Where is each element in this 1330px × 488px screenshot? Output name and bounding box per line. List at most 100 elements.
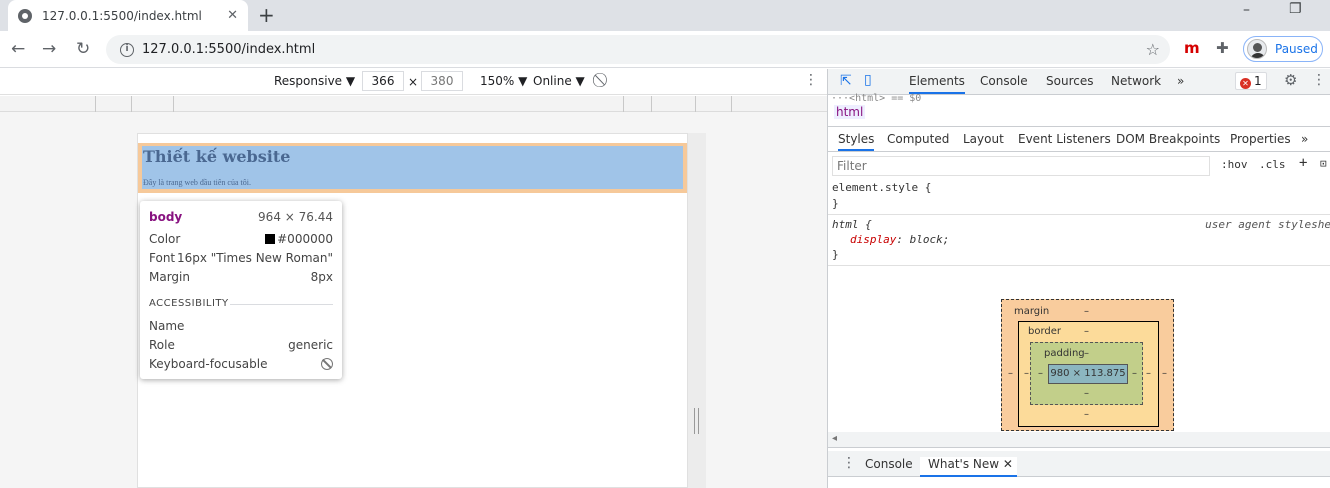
close-drawer-tab-icon[interactable]: ✕ (1003, 457, 1013, 471)
styles-filter-input[interactable]: Filter (832, 156, 1210, 176)
whats-new-label: What's New (928, 457, 1000, 471)
not-focusable-icon (321, 358, 333, 370)
focusable-label: Keyboard-focusable (149, 357, 268, 371)
drawer-menu-icon[interactable]: ⋮ (842, 455, 856, 471)
address-bar[interactable]: i 127.0.0.1:5500/index.html ☆ (106, 35, 1170, 64)
scroll-left-icon[interactable]: ◂ (832, 433, 837, 444)
extension-m-icon[interactable]: m (1184, 39, 1200, 57)
padding-bottom-value: – (1084, 388, 1089, 399)
color-swatch (265, 234, 276, 244)
tab-strip: 127.0.0.1:5500/index.html ✕ + – ❐ (0, 0, 1330, 31)
zoom-dropdown[interactable]: 150% ▼ (480, 74, 527, 88)
devtools-menu-icon[interactable]: ⋮ (1312, 72, 1326, 88)
error-badge[interactable]: ✕ 1 (1235, 72, 1267, 90)
reload-icon[interactable]: ↻ (76, 39, 90, 59)
color-value: #000000 (277, 232, 333, 246)
height-input[interactable]: 380 (421, 71, 463, 91)
media-query-ruler (0, 96, 827, 112)
rule-source: user agent styleshe (1205, 218, 1330, 231)
page-paragraph: Đây là trang web đầu tiên của tôi. (143, 178, 251, 187)
html-selector[interactable]: html { (832, 218, 872, 231)
drawer-tabbar: ⋮ Console What's New ✕ (828, 451, 1330, 477)
device-toggle-icon[interactable]: ▯ (864, 72, 872, 88)
element-style-close: } (832, 197, 839, 210)
resize-handle[interactable] (694, 408, 699, 434)
tab-title: 127.0.0.1:5500/index.html (42, 8, 202, 23)
info-icon[interactable]: i (120, 42, 134, 57)
viewport-edge (688, 133, 706, 488)
error-count: 1 (1254, 74, 1262, 88)
inspect-element-icon[interactable]: ⇱ (840, 73, 852, 89)
padding-right-value: – (1132, 368, 1137, 379)
avatar (1247, 39, 1267, 59)
hov-toggle[interactable]: :hov (1221, 158, 1248, 171)
border-right-value: – (1146, 368, 1151, 379)
more-tabs-icon[interactable]: » (1177, 74, 1184, 88)
tab-computed[interactable]: Computed (887, 132, 949, 146)
more-options-icon[interactable]: ⋮ (804, 72, 818, 88)
tab-dom-breakpoints[interactable]: DOM Breakpoints (1116, 132, 1220, 146)
computed-sidebar-icon[interactable]: ⊡ (1320, 157, 1327, 170)
cls-toggle[interactable]: .cls (1259, 158, 1286, 171)
responsive-dropdown[interactable]: Responsive ▼ (274, 74, 355, 88)
profile-status: Paused (1275, 42, 1318, 56)
margin-label: margin (1014, 306, 1050, 317)
back-icon[interactable]: ← (11, 39, 25, 59)
tab-properties[interactable]: Properties (1230, 132, 1291, 146)
role-label: Role (149, 338, 175, 352)
selected-node: ···<html> == $0 (831, 93, 922, 104)
forward-icon[interactable]: → (42, 39, 56, 59)
settings-gear-icon[interactable]: ⚙ (1284, 71, 1297, 89)
devtools-tabbar: ⇱ ▯ Elements Console Sources Network » ✕… (828, 69, 1330, 95)
css-property: display (850, 233, 897, 246)
tab-styles[interactable]: Styles (838, 132, 875, 151)
padding-label: padding (1044, 348, 1085, 359)
globe-icon (18, 8, 32, 23)
padding-left-value: – (1038, 368, 1043, 379)
width-input[interactable]: 366 (362, 71, 404, 91)
css-value: block; (909, 233, 950, 246)
tab-sources[interactable]: Sources (1046, 74, 1093, 88)
tab-event-listeners[interactable]: Event Listeners (1018, 132, 1111, 146)
horizontal-scrollbar[interactable]: ◂ (828, 432, 1330, 448)
divider (230, 304, 333, 305)
drawer-tab-console[interactable]: Console (865, 457, 913, 471)
accessibility-heading: ACCESSIBILITY (149, 298, 229, 309)
tab-elements[interactable]: Elements (909, 74, 965, 94)
restore-icon[interactable]: ❐ (1289, 1, 1302, 17)
styles-subtabs: Styles Computed Layout Event Listeners D… (828, 128, 1330, 152)
dom-breadcrumb: ···<html> == $0 html (828, 93, 1330, 127)
tab-network[interactable]: Network (1111, 74, 1161, 88)
bookmark-star-icon[interactable]: ☆ (1146, 40, 1160, 59)
minimize-icon[interactable]: – (1243, 2, 1250, 18)
padding-top-value: – (1084, 348, 1089, 359)
extensions-puzzle-icon[interactable]: ✚ (1216, 39, 1229, 57)
device-toolbar: Responsive ▼ 366 × 380 150% ▼ Online ▼ ⃠… (0, 69, 827, 95)
element-style-selector[interactable]: element.style { (832, 181, 931, 194)
breadcrumb-html[interactable]: html (834, 105, 866, 119)
margin-right-value: – (1162, 368, 1167, 379)
throttle-dropdown[interactable]: Online ▼ (533, 74, 585, 88)
devtools-panel: ⇱ ▯ Elements Console Sources Network » ✕… (827, 69, 1330, 488)
tab-layout[interactable]: Layout (963, 132, 1004, 146)
inspect-tooltip: body 964 × 76.44 Color #000000 Font 16px… (140, 201, 342, 379)
browser-toolbar: ← → ↻ i 127.0.0.1:5500/index.html ☆ (0, 31, 1330, 68)
color-label: Color (149, 232, 181, 246)
tab-console[interactable]: Console (980, 74, 1028, 88)
border-label: border (1028, 326, 1062, 337)
drawer-tab-whats-new[interactable]: What's New ✕ (920, 457, 1017, 477)
close-tab-icon[interactable]: ✕ (227, 8, 238, 23)
browser-tab[interactable]: 127.0.0.1:5500/index.html ✕ (8, 0, 248, 31)
border-top-value: – (1084, 326, 1089, 337)
font-label: Font (149, 251, 176, 265)
url-text: 127.0.0.1:5500/index.html (142, 42, 316, 57)
margin-left-value: – (1008, 368, 1013, 379)
margin-label: Margin (149, 270, 190, 284)
new-rule-button[interactable]: + (1299, 155, 1307, 171)
new-tab-button[interactable]: + (258, 3, 275, 27)
profile-button[interactable]: Paused (1243, 36, 1323, 62)
tooltip-size: 964 × 76.44 (258, 210, 333, 224)
page-heading: Thiết kế website (143, 147, 291, 166)
more-subtabs-icon[interactable]: » (1301, 132, 1308, 146)
box-model-content[interactable]: 980 × 113.875 (1048, 364, 1128, 384)
